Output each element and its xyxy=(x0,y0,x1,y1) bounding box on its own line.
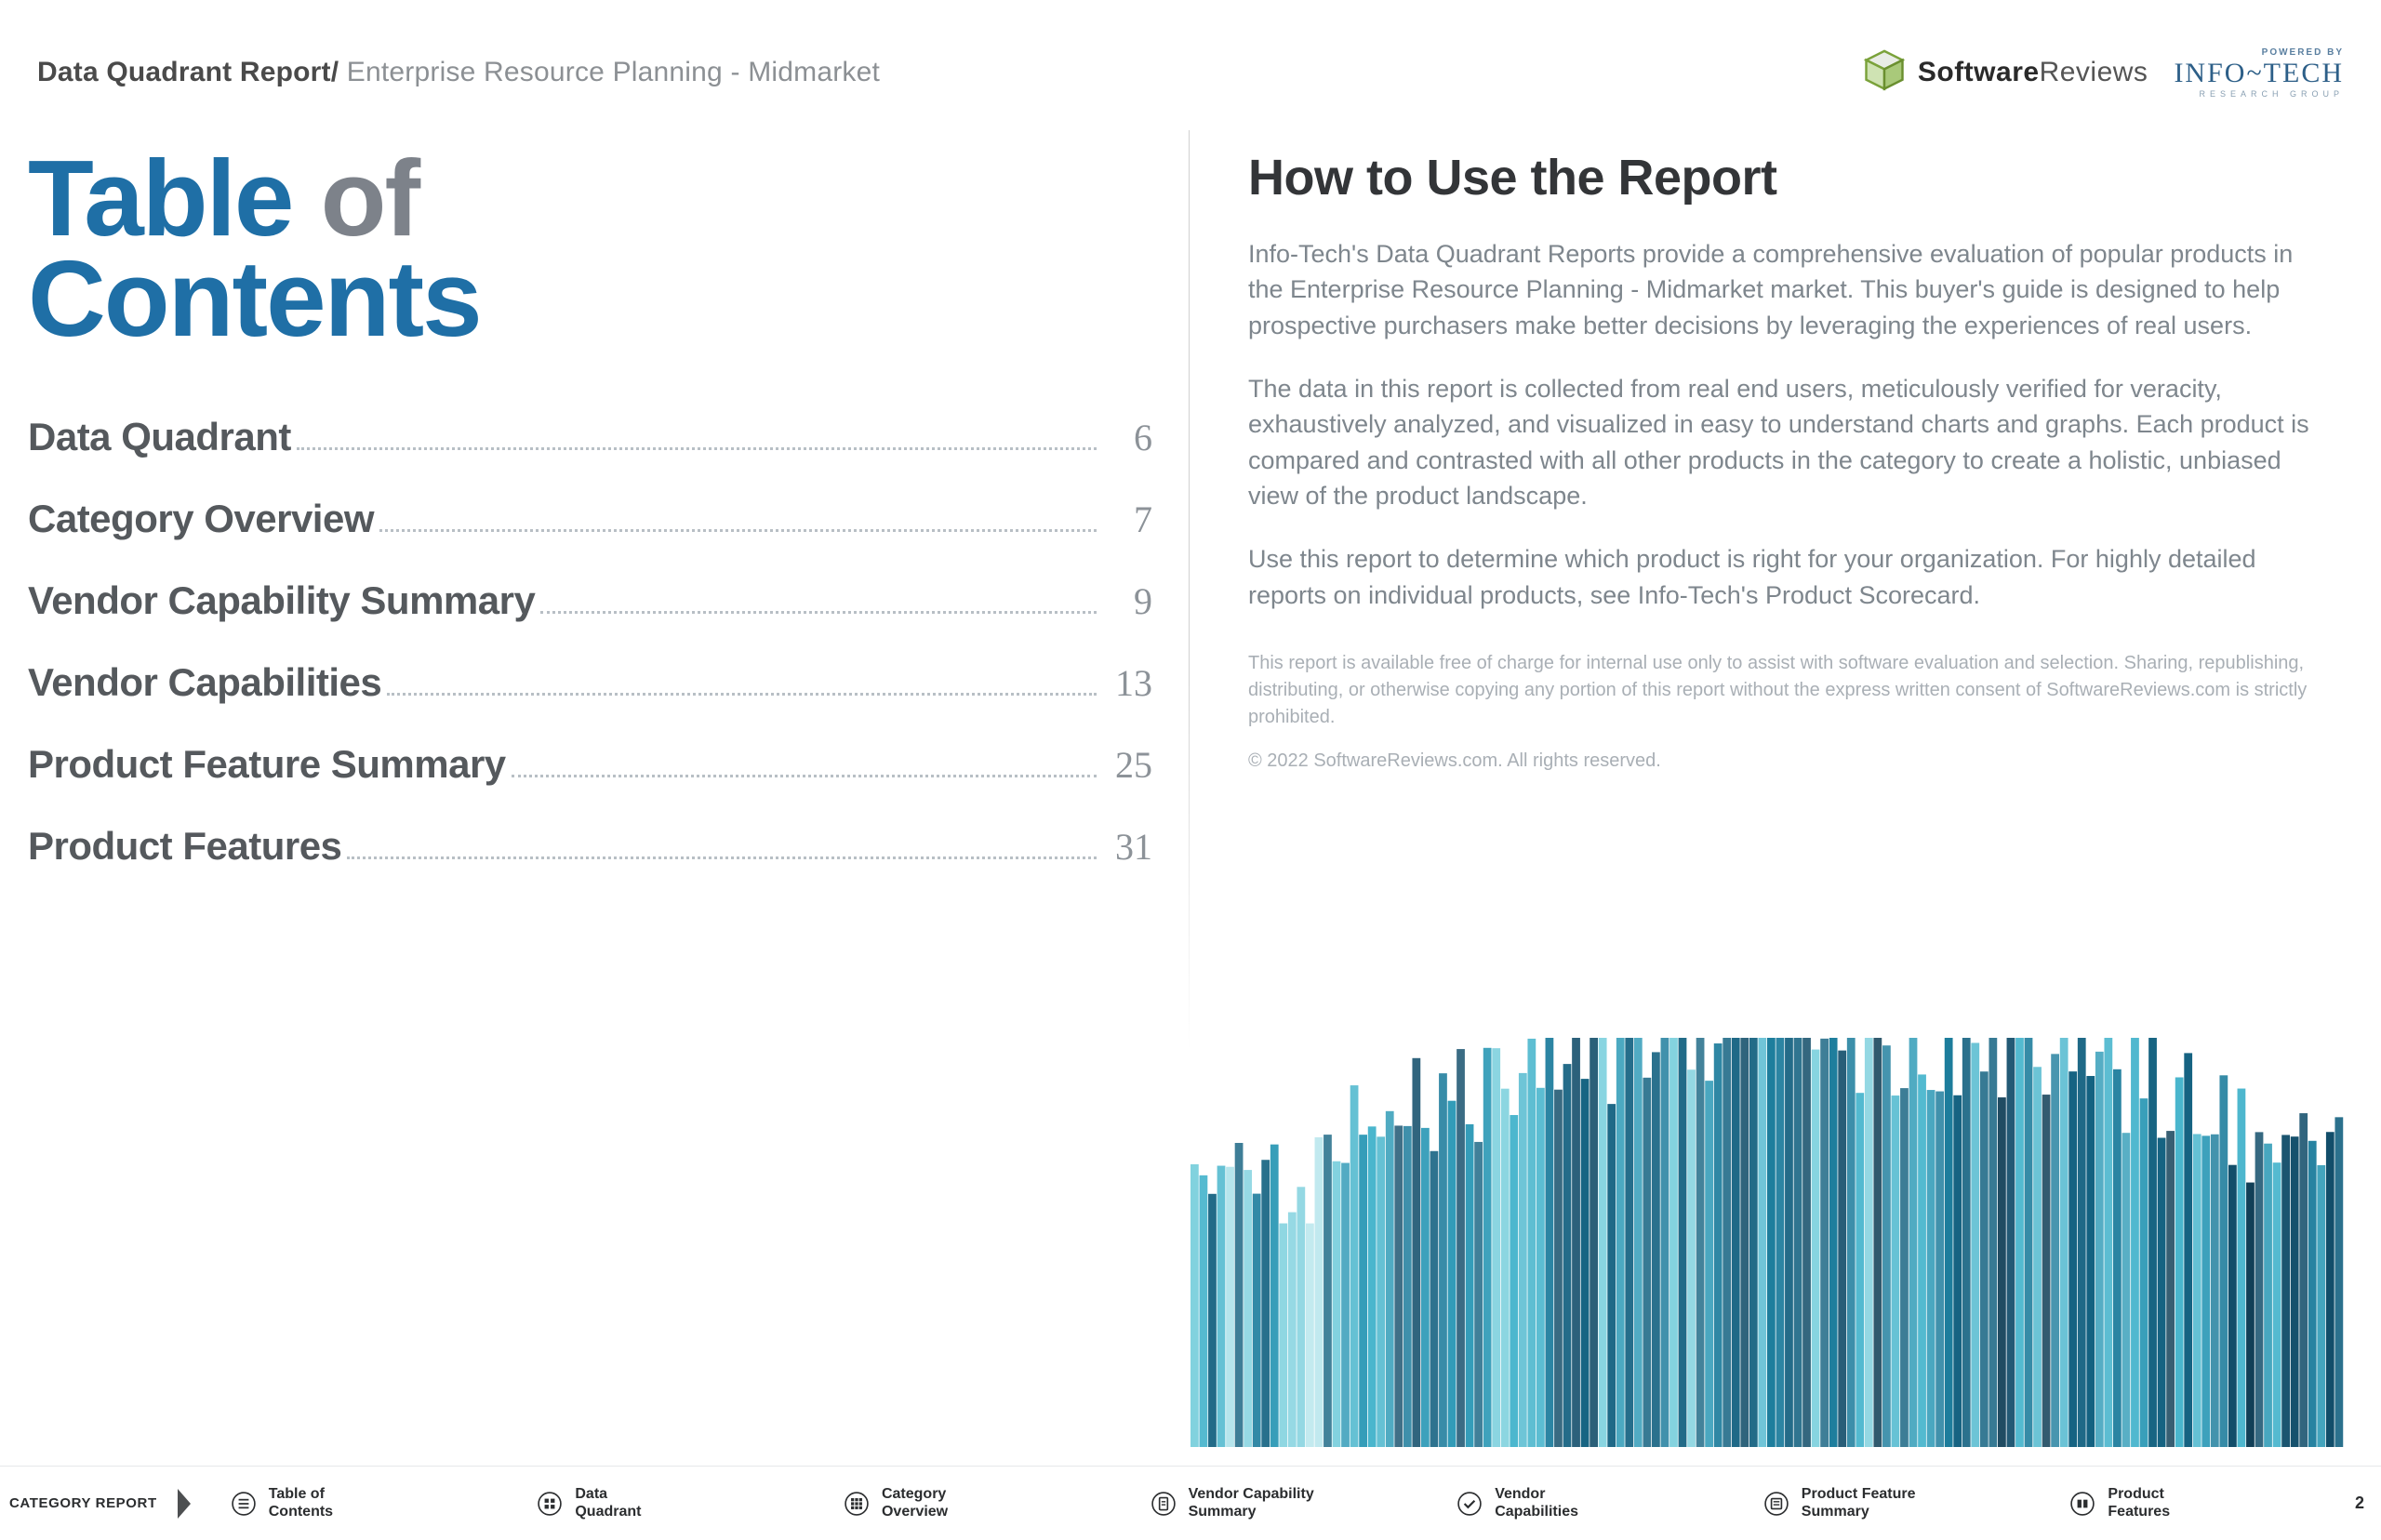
features-icon xyxy=(2070,1492,2095,1516)
list-icon xyxy=(232,1492,256,1516)
nav-item-label: Data Quadrant xyxy=(575,1486,641,1520)
toc-title: Table of Contents xyxy=(28,149,1152,350)
infotech-logo: POWERED BY INFO~TECH RESEARCH GROUP xyxy=(2174,47,2344,99)
right-column: How to Use the Report Info-Tech's Data Q… xyxy=(1190,130,2381,1447)
nav-item-product-feature-summary[interactable]: Product Feature Summary xyxy=(1723,1486,2030,1520)
doc-icon xyxy=(1151,1492,1176,1516)
nav-item-label: Product Feature Summary xyxy=(1802,1486,1916,1520)
logo-text-bold: Software xyxy=(1918,57,2040,87)
infotech-powered-by: POWERED BY xyxy=(2174,47,2344,58)
page-body: Table of Contents Data Quadrant 6 Catego… xyxy=(0,130,2381,1447)
toc-dots xyxy=(347,856,1097,859)
toc-item-vendor-capability-summary[interactable]: Vendor Capability Summary 9 xyxy=(28,578,1152,623)
toc-item-data-quadrant[interactable]: Data Quadrant 6 xyxy=(28,415,1152,459)
nav-item-category-overview[interactable]: Category Overview xyxy=(804,1486,1111,1520)
nav-item-data-quadrant[interactable]: Data Quadrant xyxy=(497,1486,804,1520)
breadcrumb-title: Data Quadrant Report/ xyxy=(37,57,339,87)
quadrant-icon xyxy=(538,1492,562,1516)
nav-category-report[interactable]: CATEGORY REPORT xyxy=(0,1467,191,1540)
nav-item-vendor-capability-summary[interactable]: Vendor Capability Summary xyxy=(1111,1486,1417,1520)
nav-item-label: Table of Contents xyxy=(269,1486,333,1520)
howto-paragraph-1: Info-Tech's Data Quadrant Reports provid… xyxy=(1248,236,2327,343)
check-icon xyxy=(1457,1492,1482,1516)
decorative-bars xyxy=(1190,1038,2344,1447)
nav-item-product-features[interactable]: Product Features xyxy=(2029,1486,2336,1520)
toc-dots xyxy=(297,447,1097,450)
breadcrumb-subtitle: Enterprise Resource Planning - Midmarket xyxy=(339,57,880,87)
toc-item-page: 25 xyxy=(1106,743,1152,787)
left-column: Table of Contents Data Quadrant 6 Catego… xyxy=(0,130,1190,1447)
legal-copyright: © 2022 SoftwareReviews.com. All rights r… xyxy=(1248,748,2327,775)
toc-item-label: Vendor Capability Summary xyxy=(28,578,535,623)
toc-dots xyxy=(512,775,1097,777)
toc-item-product-features[interactable]: Product Features 31 xyxy=(28,824,1152,869)
column-divider xyxy=(1189,130,1190,1052)
howto-paragraph-3: Use this report to determine which produ… xyxy=(1248,541,2327,613)
toc-dots xyxy=(379,529,1097,532)
howto-title: How to Use the Report xyxy=(1248,149,2344,206)
nav-item-label: Product Features xyxy=(2108,1486,2170,1520)
nav-item-label: Category Overview xyxy=(882,1486,948,1520)
toc-item-label: Product Features xyxy=(28,824,341,869)
nav-item-vendor-capabilities[interactable]: Vendor Capabilities xyxy=(1417,1486,1723,1520)
softwarereviews-logo-text: SoftwareReviews xyxy=(1918,57,2148,88)
toc-item-category-overview[interactable]: Category Overview 7 xyxy=(28,497,1152,541)
toc-item-page: 31 xyxy=(1106,825,1152,869)
toc-item-label: Category Overview xyxy=(28,497,374,541)
grid-icon xyxy=(845,1492,869,1516)
page-number: 2 xyxy=(2336,1494,2364,1513)
toc-item-page: 7 xyxy=(1106,498,1152,541)
toc-item-label: Vendor Capabilities xyxy=(28,660,381,705)
nav-item-label: Vendor Capabilities xyxy=(1495,1486,1578,1520)
header-logos: SoftwareReviews POWERED BY INFO~TECH RES… xyxy=(1860,46,2344,100)
nav-item-label: Vendor Capability Summary xyxy=(1189,1486,1314,1520)
infotech-tagline: RESEARCH GROUP xyxy=(2174,89,2344,99)
infotech-wordmark: INFO~TECH xyxy=(2174,58,2344,89)
toc-list: Data Quadrant 6 Category Overview 7 Vend… xyxy=(28,415,1152,869)
toc-item-page: 9 xyxy=(1106,579,1152,623)
toc-item-page: 13 xyxy=(1106,661,1152,705)
legal-disclaimer: This report is available free of charge … xyxy=(1248,650,2327,731)
nav-item-toc[interactable]: Table of Contents xyxy=(191,1486,498,1520)
breadcrumb: Data Quadrant Report/ Enterprise Resourc… xyxy=(37,57,880,88)
summary-icon xyxy=(1764,1492,1789,1516)
toc-item-label: Data Quadrant xyxy=(28,415,291,459)
cube-icon xyxy=(1860,46,1909,100)
legal-block: This report is available free of charge … xyxy=(1248,650,2327,775)
report-header: Data Quadrant Report/ Enterprise Resourc… xyxy=(37,45,2344,100)
softwarereviews-logo: SoftwareReviews xyxy=(1860,46,2148,100)
toc-dots xyxy=(540,611,1097,614)
toc-item-product-feature-summary[interactable]: Product Feature Summary 25 xyxy=(28,742,1152,787)
howto-paragraph-2: The data in this report is collected fro… xyxy=(1248,371,2327,513)
toc-item-vendor-capabilities[interactable]: Vendor Capabilities 13 xyxy=(28,660,1152,705)
toc-item-label: Product Feature Summary xyxy=(28,742,506,787)
toc-title-line2: Contents xyxy=(28,238,481,359)
howto-body: Info-Tech's Data Quadrant Reports provid… xyxy=(1248,236,2344,613)
bottom-nav: CATEGORY REPORT Table of Contents Data Q… xyxy=(0,1466,2381,1540)
toc-item-page: 6 xyxy=(1106,416,1152,459)
toc-dots xyxy=(387,693,1097,696)
logo-text-light: Reviews xyxy=(2040,57,2148,87)
